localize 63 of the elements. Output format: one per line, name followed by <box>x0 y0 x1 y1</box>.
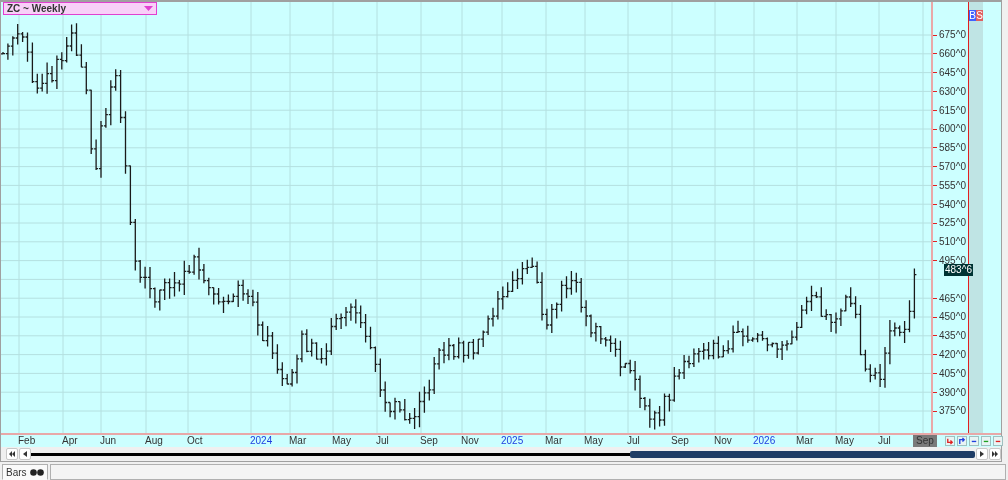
dropdown-triangle-icon <box>144 6 153 11</box>
date-label: Mar <box>796 435 814 446</box>
buy-button[interactable]: B <box>969 10 976 21</box>
price-label: 570^0 <box>939 161 966 173</box>
date-label: Jul <box>376 435 389 446</box>
chart-tool-button[interactable] <box>945 436 955 446</box>
scroll-right-button[interactable] <box>976 448 989 460</box>
date-label: May <box>584 435 603 446</box>
scroll-left-button[interactable] <box>18 448 31 460</box>
date-label: Feb <box>18 435 36 446</box>
chart-tool-button[interactable] <box>993 436 1003 446</box>
tool-icon <box>946 437 954 445</box>
price-label: 600^0 <box>939 123 966 135</box>
price-label: 660^0 <box>939 48 966 60</box>
date-label: Nov <box>714 435 732 446</box>
symbol-dropdown[interactable]: ZC ~ Weekly <box>3 2 157 15</box>
price-label: 555^0 <box>939 179 966 191</box>
scroll-end-button[interactable] <box>989 448 1001 460</box>
date-label: Sep <box>671 435 689 446</box>
price-label: 525^0 <box>939 217 966 229</box>
date-label: Mar <box>289 435 307 446</box>
price-label: 540^0 <box>939 198 966 210</box>
price-label: 585^0 <box>939 142 966 154</box>
last-price-label: 483^6 <box>944 263 973 276</box>
price-label: 510^0 <box>939 236 966 248</box>
price-label: 390^0 <box>939 386 966 398</box>
year-label: 2024 <box>250 435 273 446</box>
date-label: Jul <box>878 435 891 446</box>
chart-tool-button[interactable] <box>969 436 979 446</box>
price-label: 615^0 <box>939 104 966 116</box>
price-label: 675^0 <box>939 29 966 41</box>
price-label: 420^0 <box>939 349 966 361</box>
scroll-start-icon <box>8 451 15 457</box>
date-label: Jul <box>627 435 640 446</box>
price-label: 405^0 <box>939 367 966 379</box>
date-label: Aug <box>145 435 163 446</box>
date-label: Mar <box>545 435 563 446</box>
price-label: 465^0 <box>939 292 966 304</box>
date-label: May <box>332 435 351 446</box>
price-label: 450^0 <box>939 311 966 323</box>
year-label: 2025 <box>501 435 524 446</box>
price-label: 375^0 <box>939 405 966 417</box>
price-label: 645^0 <box>939 67 966 79</box>
chart-tool-button[interactable] <box>957 436 967 446</box>
year-label: 2026 <box>753 435 776 446</box>
price-label: 630^0 <box>939 85 966 97</box>
date-label: Sep <box>420 435 438 446</box>
tool-icon <box>958 437 966 445</box>
date-label: Jun <box>100 435 117 446</box>
price-label: 435^0 <box>939 330 966 342</box>
date-label: May <box>835 435 854 446</box>
scroll-left-icon <box>21 451 28 457</box>
date-label: Oct <box>187 435 203 446</box>
scroll-start-button[interactable] <box>6 448 18 460</box>
date-label: Apr <box>62 435 78 446</box>
scroll-thumb[interactable] <box>630 450 976 458</box>
chart-tool-button[interactable] <box>981 436 991 446</box>
date-label: Nov <box>461 435 479 446</box>
two-dots-icon <box>29 468 44 476</box>
bars-tab[interactable]: Bars <box>2 464 48 480</box>
scroll-end-icon <box>992 451 998 457</box>
scroll-right-icon <box>979 451 986 457</box>
date-label: Sep <box>913 435 937 447</box>
